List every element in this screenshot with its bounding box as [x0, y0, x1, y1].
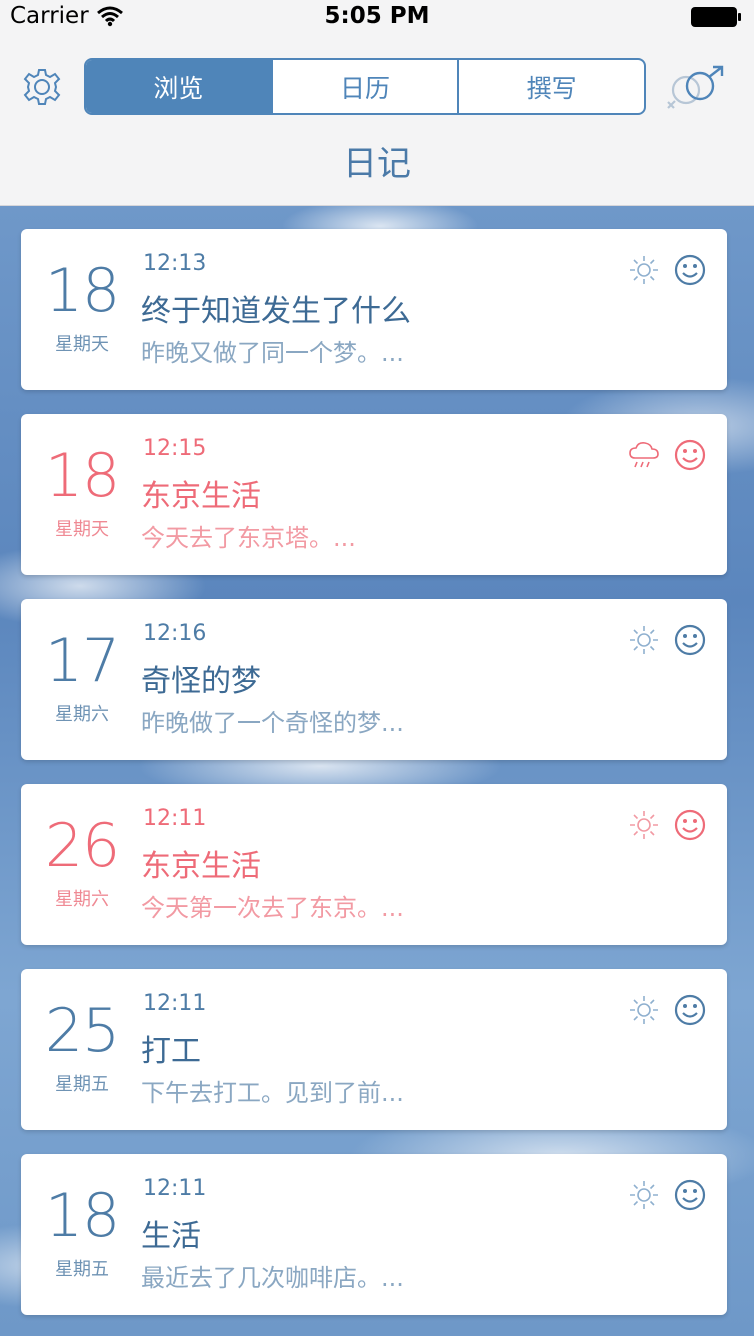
entry-time: 12:11 [143, 991, 207, 1016]
smile-icon [674, 1179, 706, 1211]
diary-entry-card[interactable]: 26 星期六 12:11 东京生活 今天第一次去了东京。... [21, 784, 727, 945]
diary-entry-card[interactable]: 18 星期天 12:13 终于知道发生了什么 昨晚又做了同一个梦。... [21, 229, 727, 390]
page-title: 日记 [343, 144, 411, 184]
entry-day: 18 [44, 256, 120, 326]
entry-time: 12:11 [143, 806, 207, 831]
entry-time: 12:15 [143, 436, 207, 461]
diary-entry-card[interactable]: 25 星期五 12:11 打工 下午去打工。见到了前... [21, 969, 727, 1130]
entry-weekday: 星期五 [55, 1259, 109, 1280]
rain-cloud-icon [629, 442, 659, 468]
entry-day: 26 [44, 811, 120, 881]
status-time: 5:05 PM [324, 3, 430, 29]
status-bar: Carrier 5:05 PM [0, 0, 754, 34]
entry-title: 奇怪的梦 [141, 664, 261, 699]
diary-entry-card[interactable]: 18 星期五 12:11 生活 最近去了几次咖啡店。... [21, 1154, 727, 1315]
entry-time: 12:13 [143, 251, 207, 276]
diary-entry-card[interactable]: 17 星期六 12:16 奇怪的梦 昨晚做了一个奇怪的梦... [21, 599, 727, 760]
entry-title: 打工 [141, 1034, 201, 1069]
smile-icon [674, 439, 706, 471]
entry-title: 东京生活 [141, 479, 261, 514]
smile-icon [674, 809, 706, 841]
tab-calendar[interactable]: 日历 [273, 60, 460, 113]
entry-time: 12:11 [143, 1176, 207, 1201]
entry-weekday: 星期天 [55, 519, 109, 540]
entry-title: 终于知道发生了什么 [141, 294, 411, 329]
entry-day: 18 [44, 441, 120, 511]
diary-list: 18 星期天 12:13 终于知道发生了什么 昨晚又做了同一个梦。... 18 … [0, 206, 754, 1336]
entry-weekday: 星期六 [55, 704, 109, 725]
view-segmented-control: 浏览 日历 撰写 [84, 58, 646, 115]
entry-preview: 昨晚又做了同一个梦。... [141, 339, 404, 367]
entry-preview: 昨晚做了一个奇怪的梦... [141, 709, 404, 737]
gear-icon[interactable] [22, 67, 62, 107]
smile-icon [674, 624, 706, 656]
sun-icon [630, 626, 658, 654]
smile-icon [674, 254, 706, 286]
sun-icon [630, 996, 658, 1024]
entry-weekday: 星期天 [55, 334, 109, 355]
entry-time: 12:16 [143, 621, 207, 646]
tab-compose[interactable]: 撰写 [459, 60, 644, 113]
battery-icon [691, 7, 741, 27]
sun-icon [630, 811, 658, 839]
entry-day: 17 [44, 626, 120, 696]
entry-weekday: 星期五 [55, 1074, 109, 1095]
entry-preview: 下午去打工。见到了前... [141, 1079, 404, 1107]
entry-title: 东京生活 [141, 849, 261, 884]
tab-browse[interactable]: 浏览 [86, 60, 273, 113]
entry-day: 18 [44, 1181, 120, 1251]
sun-icon [630, 256, 658, 284]
entry-weekday: 星期六 [55, 889, 109, 910]
gender-icon[interactable] [664, 64, 728, 112]
entry-day: 25 [44, 996, 120, 1066]
entry-title: 生活 [141, 1219, 201, 1254]
entry-preview: 最近去了几次咖啡店。... [141, 1264, 404, 1292]
smile-icon [674, 994, 706, 1026]
entry-preview: 今天第一次去了东京。... [141, 894, 404, 922]
diary-entry-card[interactable]: 18 星期天 12:15 东京生活 今天去了东京塔。... [21, 414, 727, 575]
entry-preview: 今天去了东京塔。... [141, 524, 356, 552]
sun-icon [630, 1181, 658, 1209]
navigation-header: 浏览 日历 撰写 日记 [0, 34, 754, 206]
